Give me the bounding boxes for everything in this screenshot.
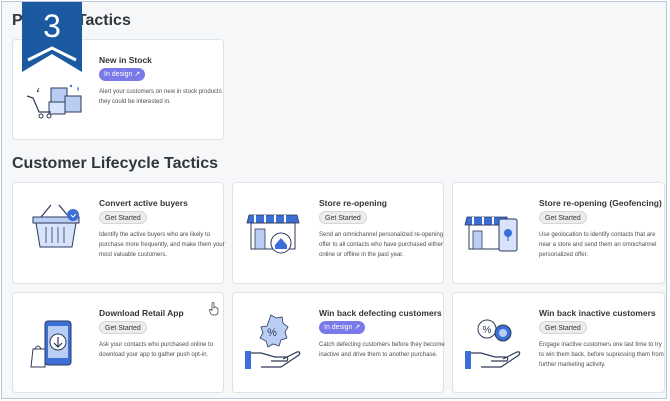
card-description: Ask your contacts who purchased online t… (99, 342, 214, 358)
svg-text:%: % (483, 325, 492, 336)
hand-percent-icon: % (245, 314, 301, 369)
phone-download-icon (30, 320, 72, 368)
tactic-card-download-retail-app[interactable]: Download Retail App Get Started Ask your… (12, 292, 224, 393)
tactic-card-win-back-inactive[interactable]: % Win back inactive customers Get Starte… (452, 292, 665, 393)
card-description: Catch defecting customers before they be… (319, 342, 445, 358)
step-number-badge: 3 (22, 2, 82, 72)
get-started-button[interactable]: Get Started (99, 321, 147, 334)
status-badge[interactable]: In design ↗ (319, 321, 366, 334)
tactic-card-store-reopening[interactable]: Store re-opening Get Started Send an omn… (232, 182, 444, 284)
card-description: Engage inactive customers one last time … (539, 342, 664, 368)
hand-cursor-icon (209, 302, 219, 316)
card-description: Send an omnichannel personalized re-open… (319, 232, 444, 258)
section-title-lifecycle: Customer Lifecycle Tactics (12, 155, 219, 172)
status-badge[interactable]: In design ↗ (99, 68, 146, 81)
get-started-button[interactable]: Get Started (539, 321, 587, 334)
card-title: Win back inactive customers (539, 308, 656, 318)
card-description: Identify the active buyers who are likel… (99, 232, 225, 258)
step-number: 3 (43, 8, 61, 44)
status-label: In design (324, 324, 353, 331)
tactic-card-convert-active-buyers[interactable]: Convert active buyers Get Started Identi… (12, 182, 225, 284)
tactic-card-store-reopening-geofencing[interactable]: Store re-opening (Geofencing) Get Starte… (452, 182, 665, 284)
card-title: Download Retail App (99, 308, 184, 318)
card-title: Store re-opening (319, 198, 388, 208)
svg-text:%: % (267, 327, 277, 339)
card-description: Use geolocation to identify contacts tha… (539, 232, 657, 258)
card-title: Convert active buyers (99, 198, 188, 208)
storefront-phone-icon (464, 216, 518, 252)
storefront-icon (246, 214, 300, 254)
card-description: Alert your customers on new in stock pro… (99, 89, 222, 105)
external-link-icon: ↗ (134, 71, 141, 78)
external-link-icon: ↗ (354, 324, 361, 331)
card-title: Store re-opening (Geofencing) (539, 198, 662, 208)
tactics-panel: 3 Product Tactics New in Stock In design… (1, 1, 667, 399)
shopping-basket-icon (32, 204, 80, 248)
card-title: Win back defecting customers (319, 308, 442, 318)
status-label: In design (104, 71, 133, 78)
get-started-button[interactable]: Get Started (99, 211, 147, 224)
card-title: New in Stock (99, 55, 152, 65)
tactic-card-win-back-defecting[interactable]: % Win back defecting customers In design… (232, 292, 445, 393)
get-started-button[interactable]: Get Started (539, 211, 587, 224)
hand-coins-icon: % (465, 319, 521, 369)
get-started-button[interactable]: Get Started (319, 211, 367, 224)
